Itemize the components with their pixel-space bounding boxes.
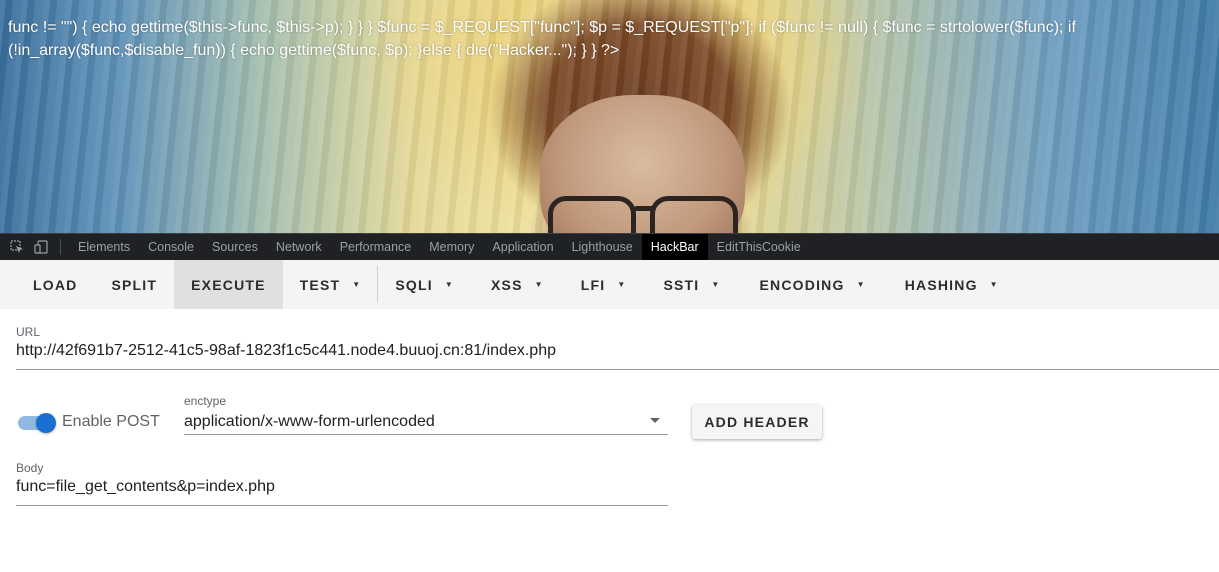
execute-button[interactable]: EXECUTE [174, 260, 283, 309]
hashing-menu-button[interactable]: HASHING ▼ [883, 260, 1016, 309]
chevron-down-icon: ▼ [617, 280, 627, 289]
tab-network[interactable]: Network [267, 234, 331, 260]
tab-hackbar[interactable]: HackBar [641, 234, 708, 260]
tab-console[interactable]: Console [139, 234, 203, 260]
test-menu-button[interactable]: TEST ▼ [283, 260, 378, 309]
dropdown-arrow-icon[interactable] [650, 418, 660, 423]
url-input[interactable]: http://42f691b7-2512-41c5-98af-1823f1c5c… [16, 342, 556, 360]
enable-post-label: Enable POST [62, 413, 160, 430]
tab-performance[interactable]: Performance [331, 234, 421, 260]
encoding-menu-button[interactable]: ENCODING ▼ [738, 260, 883, 309]
device-toolbar-icon[interactable] [34, 240, 48, 254]
enctype-select[interactable]: application/x-www-form-urlencoded [184, 413, 435, 431]
chevron-down-icon: ▼ [989, 280, 999, 289]
hackbar-toolbar: LOAD SPLIT EXECUTE TEST ▼ SQLI ▼ XSS ▼ LFI ▼… [0, 260, 1219, 309]
tab-elements[interactable]: Elements [69, 234, 139, 260]
tab-editthiscookie[interactable]: EditThisCookie [708, 234, 810, 260]
enctype-label: enctype [184, 394, 227, 408]
load-button[interactable]: LOAD [0, 260, 94, 309]
chevron-down-icon: ▼ [534, 280, 544, 289]
xss-menu-button[interactable]: XSS ▼ [471, 260, 561, 309]
body-label: Body [16, 461, 44, 475]
portrait-glasses [548, 196, 738, 233]
enable-post-toggle[interactable] [18, 413, 56, 433]
body-input[interactable]: func=file_get_contents&p=index.php [16, 478, 275, 496]
chevron-down-icon: ▼ [352, 280, 362, 289]
chevron-down-icon: ▼ [856, 280, 866, 289]
lfi-menu-button[interactable]: LFI ▼ [561, 260, 644, 309]
sqli-menu-button[interactable]: SQLI ▼ [378, 260, 471, 309]
ssti-menu-button[interactable]: SSTI ▼ [643, 260, 737, 309]
tab-lighthouse[interactable]: Lighthouse [563, 234, 642, 260]
url-label: URL [16, 325, 41, 339]
inspect-element-icon[interactable] [10, 240, 24, 254]
php-source-text: func != "") { echo gettime($this->func, … [8, 19, 1076, 59]
tab-memory[interactable]: Memory [420, 234, 483, 260]
split-button[interactable]: SPLIT [94, 260, 174, 309]
chevron-down-icon: ▼ [444, 280, 454, 289]
chevron-down-icon: ▼ [711, 280, 721, 289]
tab-application[interactable]: Application [483, 234, 562, 260]
page-viewport: func != "") { echo gettime($this->func, … [0, 0, 1219, 233]
devtools-tab-strip: Elements Console Sources Network Perform… [0, 233, 1219, 260]
tab-sources[interactable]: Sources [203, 234, 267, 260]
add-header-button[interactable]: ADD HEADER [692, 405, 822, 439]
